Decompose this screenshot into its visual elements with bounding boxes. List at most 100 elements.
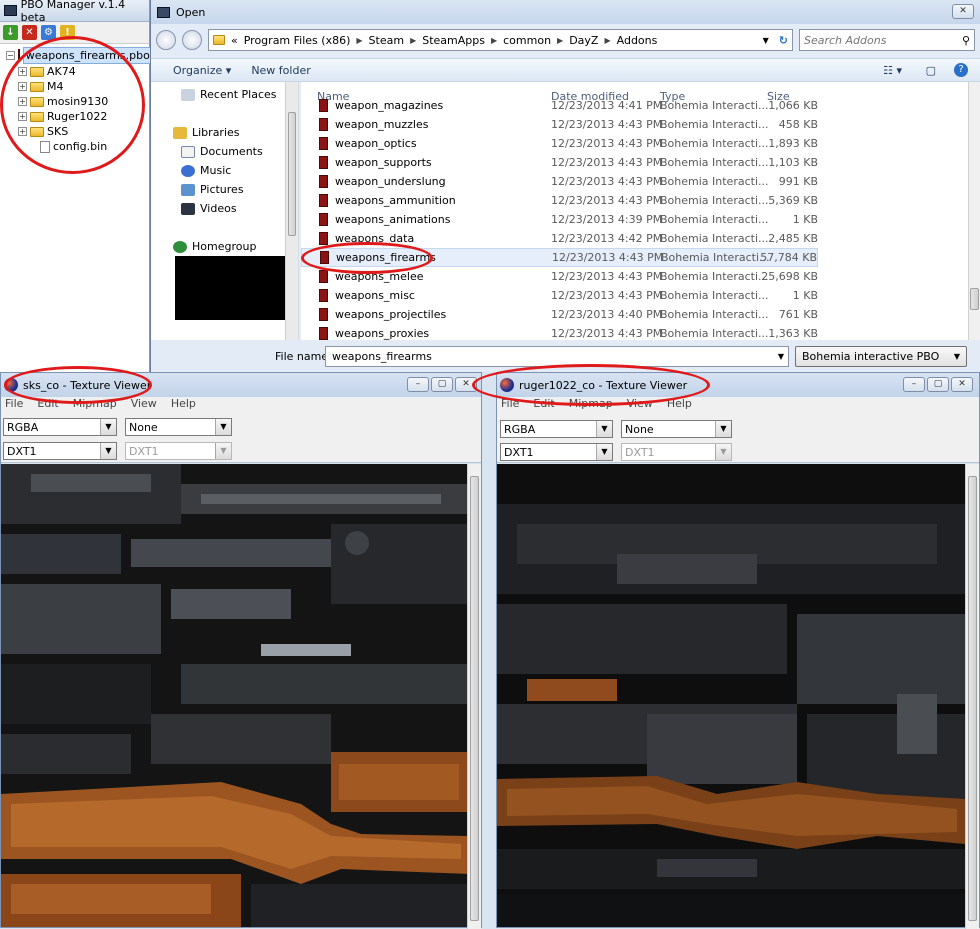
expand-icon[interactable]: + <box>18 127 27 136</box>
nav-documents[interactable]: Documents <box>181 145 263 158</box>
info-icon[interactable]: ! <box>60 25 75 40</box>
menu-help[interactable]: Help <box>171 397 196 413</box>
breadcrumb-item[interactable]: « <box>231 34 238 47</box>
forward-icon[interactable] <box>182 30 202 50</box>
file-name-value[interactable]: weapons_firearms <box>332 350 432 363</box>
organize-button[interactable]: Organize ▾ <box>173 64 231 77</box>
chevron-down-icon[interactable]: ▼ <box>763 36 769 45</box>
tree-folder[interactable]: + Ruger1022 <box>6 109 149 124</box>
breadcrumb-item[interactable]: Steam <box>369 34 405 47</box>
chevron-down-icon[interactable]: ▼ <box>596 421 612 437</box>
close-icon[interactable]: ✕ <box>455 377 477 392</box>
file-row[interactable]: weapons_animations 12/23/2013 4:39 PM Bohe… <box>301 210 818 229</box>
nav-scrollbar[interactable] <box>285 82 298 340</box>
breadcrumb-item[interactable]: Program Files (x86) <box>244 34 351 47</box>
chevron-right-icon[interactable]: ▶ <box>557 36 563 45</box>
menu-mipmap[interactable]: Mipmap <box>73 397 117 413</box>
compression-select[interactable]: DXT1 ▼ <box>500 443 613 461</box>
expand-icon[interactable]: + <box>18 82 27 91</box>
breadcrumb[interactable]: « Program Files (x86) ▶ Steam ▶ SteamApp… <box>208 29 793 51</box>
file-row[interactable]: weapon_supports 12/23/2013 4:43 PM Bohemia… <box>301 153 818 172</box>
file-row[interactable]: weapons_projectiles 12/23/2013 4:40 PM Boh… <box>301 305 818 324</box>
file-row[interactable]: weapons_proxies 12/23/2013 4:43 PM Bohemia… <box>301 324 818 340</box>
search-box[interactable]: ⚲ <box>799 29 975 51</box>
tree-file[interactable]: config.bin <box>6 139 149 154</box>
file-row[interactable]: weapons_misc 12/23/2013 4:43 PM Bohemia In… <box>301 286 818 305</box>
chevron-down-icon[interactable]: ▼ <box>100 419 116 435</box>
viewer-scrollbar[interactable] <box>965 464 979 929</box>
chevron-right-icon[interactable]: ▶ <box>356 36 362 45</box>
menu-file[interactable]: File <box>5 397 23 413</box>
viewer-scrollbar[interactable] <box>467 464 481 929</box>
viewer-scrollbar-thumb[interactable] <box>470 476 479 921</box>
collapse-icon[interactable]: − <box>6 51 15 60</box>
file-row[interactable]: weapon_magazines 12/23/2013 4:41 PM Bohemi… <box>301 96 818 115</box>
tree-folder[interactable]: + SKS <box>6 124 149 139</box>
compression-select[interactable]: DXT1 ▼ <box>3 442 117 460</box>
channel-select[interactable]: None ▼ <box>621 420 732 438</box>
menu-view[interactable]: View <box>131 397 157 413</box>
file-row[interactable]: weapons_melee 12/23/2013 4:43 PM Bohemia I… <box>301 267 818 286</box>
menu-edit[interactable]: Edit <box>37 397 58 413</box>
tree-root[interactable]: − weapons_firearms.pbo <box>6 47 153 64</box>
nav-libraries[interactable]: Libraries <box>173 126 240 139</box>
extract-icon[interactable]: ↓ <box>3 25 18 40</box>
menu-mipmap[interactable]: Mipmap <box>569 397 613 413</box>
file-row[interactable]: weapons_ammunition 12/23/2013 4:43 PM Bohe… <box>301 191 818 210</box>
chevron-right-icon[interactable]: ▶ <box>491 36 497 45</box>
close-icon[interactable]: ✕ <box>952 4 974 19</box>
breadcrumb-item[interactable]: SteamApps <box>422 34 485 47</box>
minimize-icon[interactable]: – <box>903 377 925 392</box>
breadcrumb-item[interactable]: DayZ <box>569 34 598 47</box>
file-row[interactable]: weapons_data 12/23/2013 4:42 PM Bohemia In… <box>301 229 818 248</box>
chevron-down-icon[interactable]: ▼ <box>778 352 784 361</box>
format-select[interactable]: RGBA ▼ <box>500 420 613 438</box>
help-icon[interactable]: ? <box>954 63 968 77</box>
refresh-icon[interactable]: ↻ <box>779 34 788 47</box>
file-list-scrollbar[interactable] <box>968 82 980 340</box>
chevron-down-icon[interactable]: ▼ <box>954 352 960 361</box>
file-row[interactable]: weapon_optics 12/23/2013 4:43 PM Bohemia I… <box>301 134 818 153</box>
menu-view[interactable]: View <box>627 397 653 413</box>
channel-select[interactable]: None ▼ <box>125 418 232 436</box>
chevron-down-icon[interactable]: ▼ <box>100 443 116 459</box>
close-icon[interactable]: ✕ <box>951 377 973 392</box>
menu-edit[interactable]: Edit <box>533 397 554 413</box>
chevron-down-icon[interactable]: ▼ <box>596 444 612 460</box>
expand-icon[interactable]: + <box>18 97 27 106</box>
back-icon[interactable] <box>156 30 176 50</box>
tree-folder[interactable]: + AK74 <box>6 64 149 79</box>
minimize-icon[interactable]: – <box>407 377 429 392</box>
file-name-input[interactable]: weapons_firearms ▼ <box>325 345 789 367</box>
file-row[interactable]: weapons_firearms 12/23/2013 4:43 PM Bohemi… <box>301 248 818 267</box>
expand-icon[interactable]: + <box>18 112 27 121</box>
nav-homegroup[interactable]: Homegroup <box>173 240 256 253</box>
nav-pictures[interactable]: Pictures <box>181 183 244 196</box>
tree-folder[interactable]: + M4 <box>6 79 149 94</box>
nav-recent-places[interactable]: Recent Places <box>181 88 277 101</box>
tree-folder[interactable]: + mosin9130 <box>6 94 149 109</box>
delete-icon[interactable]: ✕ <box>22 25 37 40</box>
search-icon[interactable]: ⚲ <box>962 34 970 47</box>
chevron-right-icon[interactable]: ▶ <box>410 36 416 45</box>
chevron-right-icon[interactable]: ▶ <box>604 36 610 45</box>
menu-help[interactable]: Help <box>667 397 692 413</box>
view-options-icon[interactable]: ☷ ▾ <box>883 64 902 77</box>
new-folder-button[interactable]: New folder <box>251 64 310 77</box>
nav-music[interactable]: Music <box>181 164 231 177</box>
breadcrumb-item[interactable]: Addons <box>617 34 658 47</box>
file-list-scrollbar-thumb[interactable] <box>970 288 979 310</box>
nav-scrollbar-thumb[interactable] <box>288 112 296 236</box>
file-row[interactable]: weapon_muzzles 12/23/2013 4:43 PM Bohemia … <box>301 115 818 134</box>
maximize-icon[interactable]: ▢ <box>927 377 949 392</box>
nav-videos[interactable]: Videos <box>181 202 237 215</box>
expand-icon[interactable]: + <box>18 67 27 76</box>
preview-pane-icon[interactable]: ▢ <box>926 64 936 77</box>
chevron-down-icon[interactable]: ▼ <box>215 419 231 435</box>
viewer-scrollbar-thumb[interactable] <box>968 476 977 921</box>
chevron-down-icon[interactable]: ▼ <box>715 421 731 437</box>
search-input[interactable] <box>804 33 944 47</box>
file-row[interactable]: weapon_underslung 12/23/2013 4:43 PM Bohem… <box>301 172 818 191</box>
menu-file[interactable]: File <box>501 397 519 413</box>
file-type-select[interactable]: Bohemia interactive PBO ▼ <box>795 345 967 367</box>
